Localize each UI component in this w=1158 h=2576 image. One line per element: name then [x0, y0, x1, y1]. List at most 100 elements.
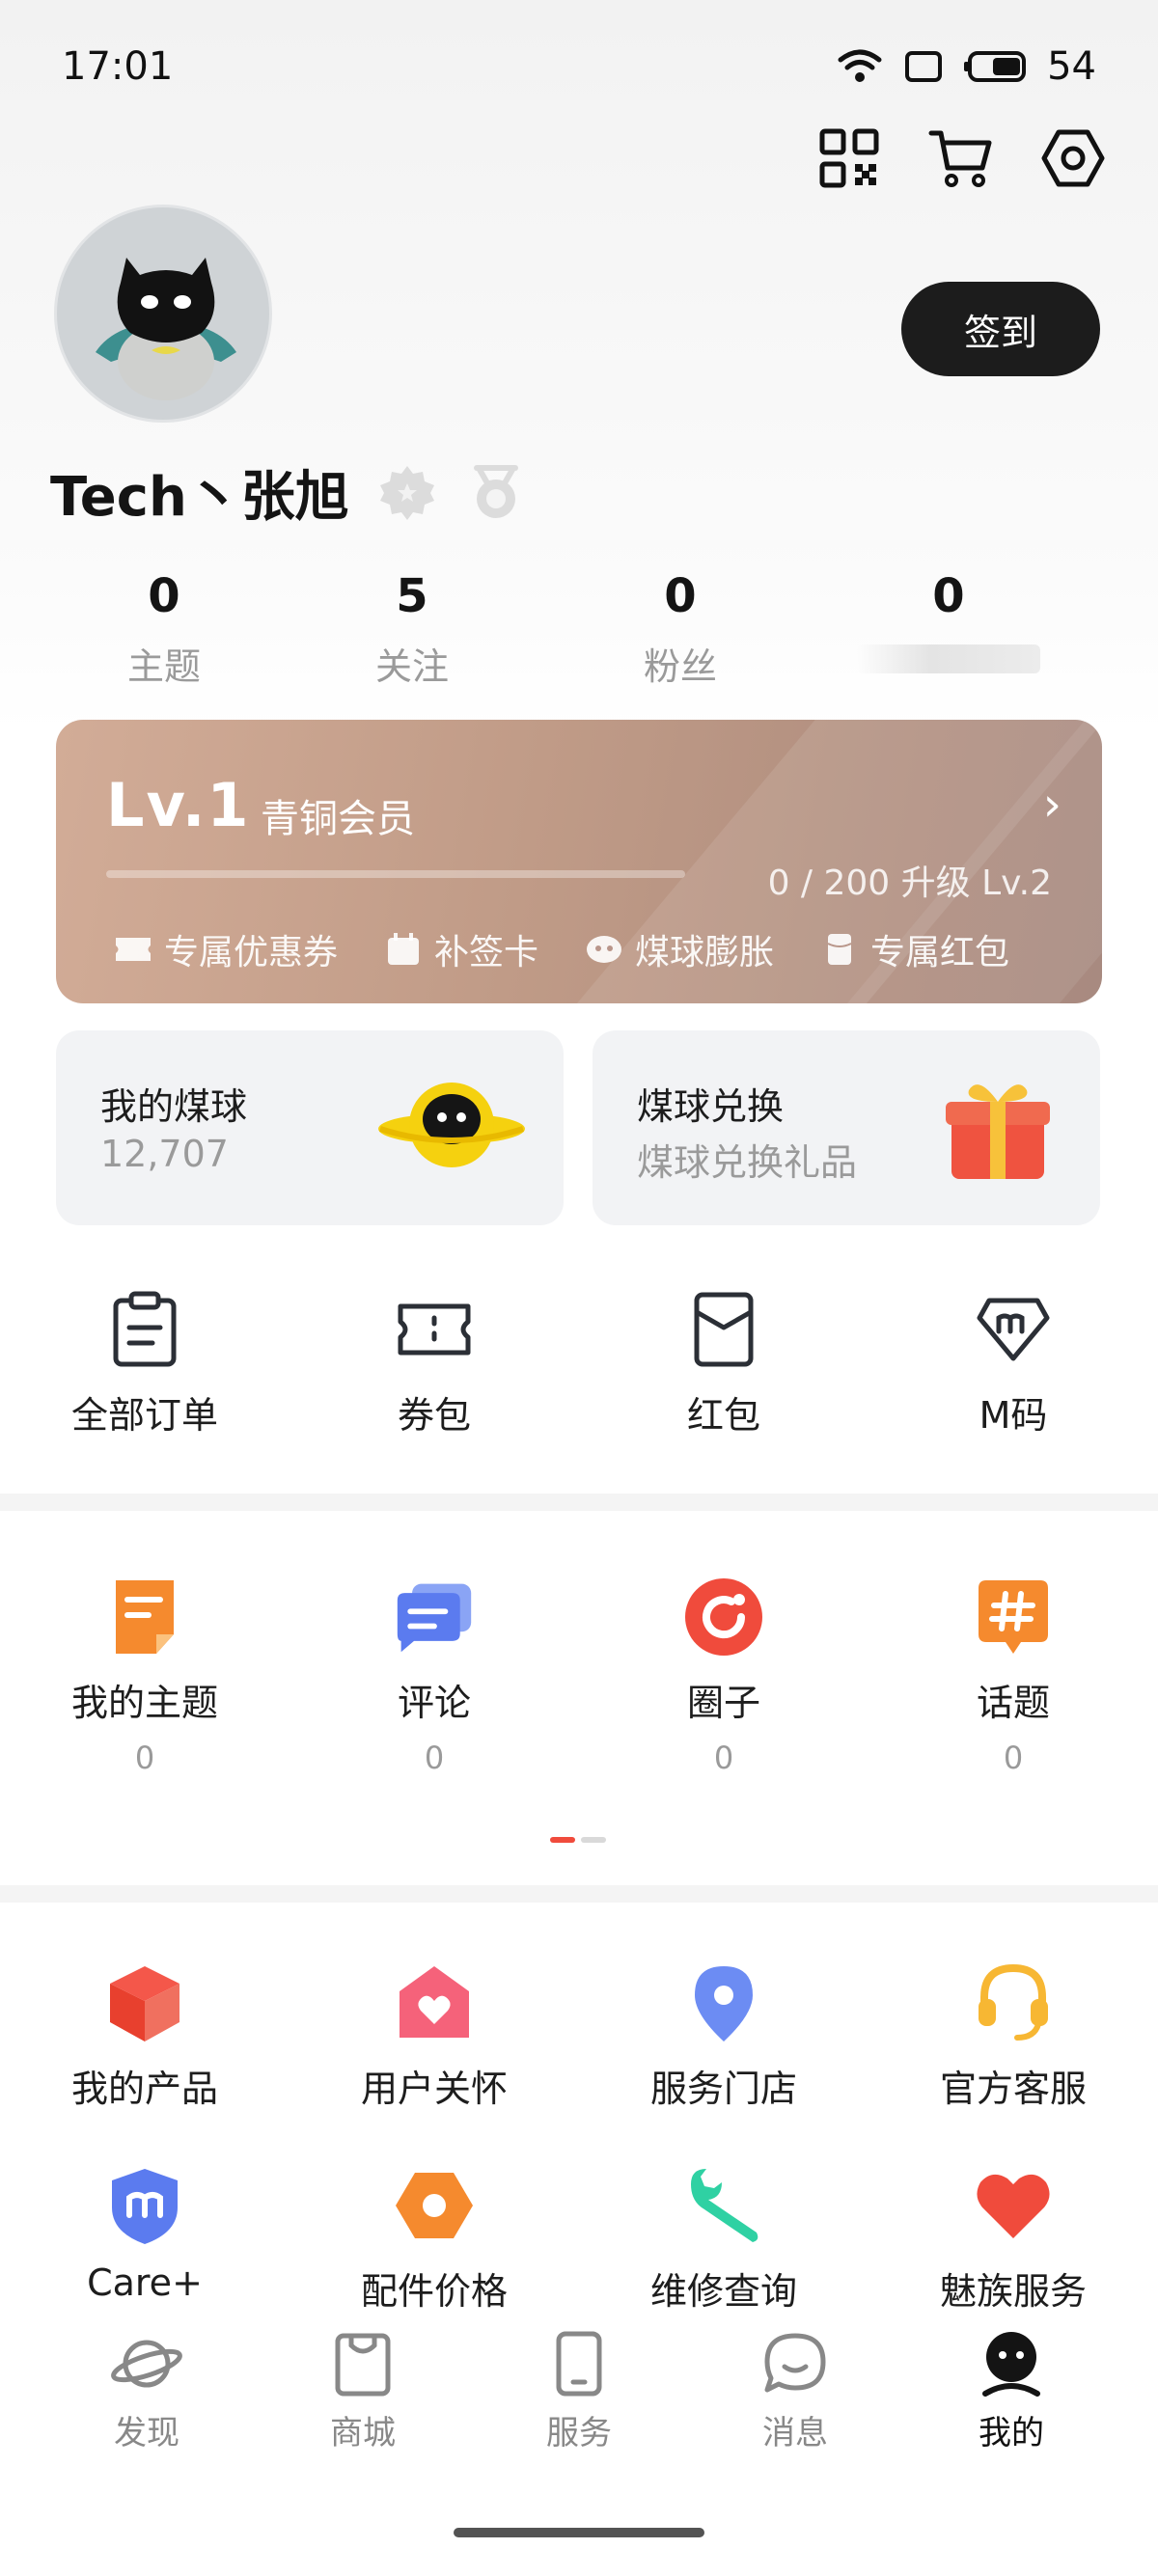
- coin-card-title: 煤球兑换: [637, 1085, 785, 1128]
- user-care-button[interactable]: 用户关怀: [290, 1962, 579, 2112]
- nav-label: 发现: [114, 2414, 179, 2453]
- checkin-button[interactable]: 签到: [901, 282, 1100, 376]
- coupon-wallet-button[interactable]: 券包: [290, 1289, 579, 1439]
- page-dot: [581, 1837, 606, 1843]
- all-orders-button[interactable]: 全部订单: [0, 1289, 290, 1439]
- stat-label: 粉丝: [643, 645, 717, 688]
- page-dot-active: [550, 1837, 575, 1843]
- chat-icon: [764, 2333, 826, 2393]
- hashtags-button[interactable]: 话题 0: [868, 1576, 1158, 1776]
- medal-badge-icon[interactable]: [465, 462, 527, 524]
- my-products-button[interactable]: 我的产品: [0, 1962, 290, 2112]
- circles-button[interactable]: 圈子 0: [579, 1576, 868, 1776]
- nav-me[interactable]: 我的: [903, 2325, 1119, 2470]
- community-count: 0: [424, 1740, 445, 1776]
- ticket-icon: [398, 1303, 471, 1356]
- planet-coin-icon: [378, 1082, 525, 1167]
- sim-icon: [905, 51, 943, 82]
- perk-coupon[interactable]: 专属优惠券: [114, 924, 338, 974]
- nav-mall[interactable]: 商城: [255, 2325, 471, 2470]
- nav-discover[interactable]: 发现: [39, 2325, 255, 2470]
- order-label: 红包: [686, 1394, 760, 1437]
- m-code-button[interactable]: M码: [868, 1289, 1158, 1439]
- bottom-nav: 发现 商城 服务 消息 我的: [0, 2325, 1158, 2470]
- meizu-service-button[interactable]: 魅族服务: [868, 2165, 1158, 2315]
- top-actions: [814, 123, 1108, 193]
- community-label: 评论: [397, 1682, 471, 1724]
- community-label: 我的主题: [70, 1682, 218, 1724]
- avatar[interactable]: [54, 205, 272, 423]
- level-name: 青铜会员: [261, 797, 415, 841]
- status-icons: 54: [837, 44, 1096, 89]
- stat-value: 0: [148, 569, 180, 623]
- nav-service[interactable]: 服务: [471, 2325, 687, 2470]
- perk-makeup-card[interactable]: 补签卡: [384, 924, 538, 974]
- perk-label: 专属优惠券: [164, 933, 339, 973]
- level-progress-text: 0 / 200 升级 Lv.2: [767, 863, 1052, 903]
- hashtag-icon: [979, 1580, 1048, 1654]
- shield-m-icon: [112, 2169, 178, 2244]
- order-label: M码: [979, 1394, 1048, 1437]
- red-packet-icon: [694, 1292, 754, 1367]
- service-label: 魅族服务: [939, 2270, 1087, 2313]
- service-label: 我的产品: [70, 2068, 218, 2110]
- accessory-price-button[interactable]: 配件价格: [290, 2165, 579, 2315]
- perk-coin-boost[interactable]: 煤球膨胀: [585, 924, 774, 974]
- home-indicator[interactable]: [454, 2528, 704, 2537]
- cart-icon[interactable]: [926, 123, 996, 193]
- stat-value: 0: [664, 569, 697, 623]
- repair-query-button[interactable]: 维修查询: [579, 2165, 868, 2315]
- perk-red-packet[interactable]: 专属红包: [820, 924, 1009, 974]
- community-count: 0: [1003, 1740, 1024, 1776]
- comments-button[interactable]: 评论 0: [290, 1576, 579, 1776]
- service-store-button[interactable]: 服务门店: [579, 1962, 868, 2112]
- order-label: 券包: [397, 1394, 471, 1437]
- nav-label: 消息: [762, 2414, 828, 2453]
- stat-blurred[interactable]: 0: [814, 569, 1083, 683]
- gift-icon: [946, 1084, 1050, 1179]
- level-title: Lv.1: [106, 770, 251, 840]
- care-plus-button[interactable]: Care+: [0, 2165, 290, 2315]
- my-coins-card[interactable]: 我的煤球 12,707: [56, 1030, 564, 1225]
- nav-messages[interactable]: 消息: [687, 2325, 903, 2470]
- community-row: 我的主题 0 评论 0 圈子 0 话题 0: [0, 1576, 1158, 1776]
- services-row-2: Care+ 配件价格 维修查询 魅族服务: [0, 2165, 1158, 2315]
- nav-label: 服务: [546, 2414, 612, 2453]
- note-icon: [116, 1580, 174, 1654]
- profile-icon: [982, 2332, 1040, 2397]
- status-bar: 17:01 54: [0, 0, 1158, 135]
- level-card[interactable]: Lv.1 青铜会员 › 0 / 200 升级 Lv.2 专属优惠券 补签卡 煤球…: [56, 720, 1102, 1003]
- stat-topics[interactable]: 0 主题: [50, 569, 278, 688]
- headset-icon: [979, 1963, 1048, 2041]
- service-label: 官方客服: [939, 2068, 1087, 2110]
- level-perks: 专属优惠券 补签卡 煤球膨胀 专属红包: [114, 924, 1009, 974]
- shopping-bag-icon: [335, 2333, 391, 2397]
- stat-value: 5: [396, 569, 428, 623]
- chevron-right-icon[interactable]: ›: [1043, 778, 1062, 832]
- cube-icon: [110, 1966, 179, 2042]
- coin-ball-icon: [587, 936, 622, 963]
- status-time: 17:01: [62, 44, 174, 89]
- coin-exchange-card[interactable]: 煤球兑换 煤球兑换礼品: [593, 1030, 1100, 1225]
- stat-fans[interactable]: 0 粉丝: [546, 569, 814, 688]
- community-label: 话题: [976, 1682, 1050, 1724]
- qr-code-icon[interactable]: [814, 123, 884, 193]
- m-code-icon: [977, 1298, 1050, 1361]
- red-packet-button[interactable]: 红包: [579, 1289, 868, 1439]
- order-label: 全部订单: [70, 1394, 218, 1437]
- calendar-icon: [388, 933, 420, 965]
- settings-icon[interactable]: [1038, 123, 1108, 193]
- perk-label: 补签卡: [434, 933, 539, 973]
- nav-label: 我的: [979, 2414, 1044, 2453]
- stat-following[interactable]: 5 关注: [278, 569, 546, 688]
- gear-badge-icon[interactable]: [376, 462, 438, 524]
- heart-house-icon: [400, 1966, 469, 2038]
- official-support-button[interactable]: 官方客服: [868, 1962, 1158, 2112]
- coin-card-subtitle: 煤球兑换礼品: [637, 1141, 858, 1184]
- my-topics-button[interactable]: 我的主题 0: [0, 1576, 290, 1776]
- comment-icon: [397, 1583, 472, 1653]
- perk-label: 煤球膨胀: [635, 933, 775, 973]
- stat-label-blurred: [857, 644, 1040, 673]
- community-count: 0: [713, 1740, 734, 1776]
- service-label: 服务门店: [649, 2068, 797, 2110]
